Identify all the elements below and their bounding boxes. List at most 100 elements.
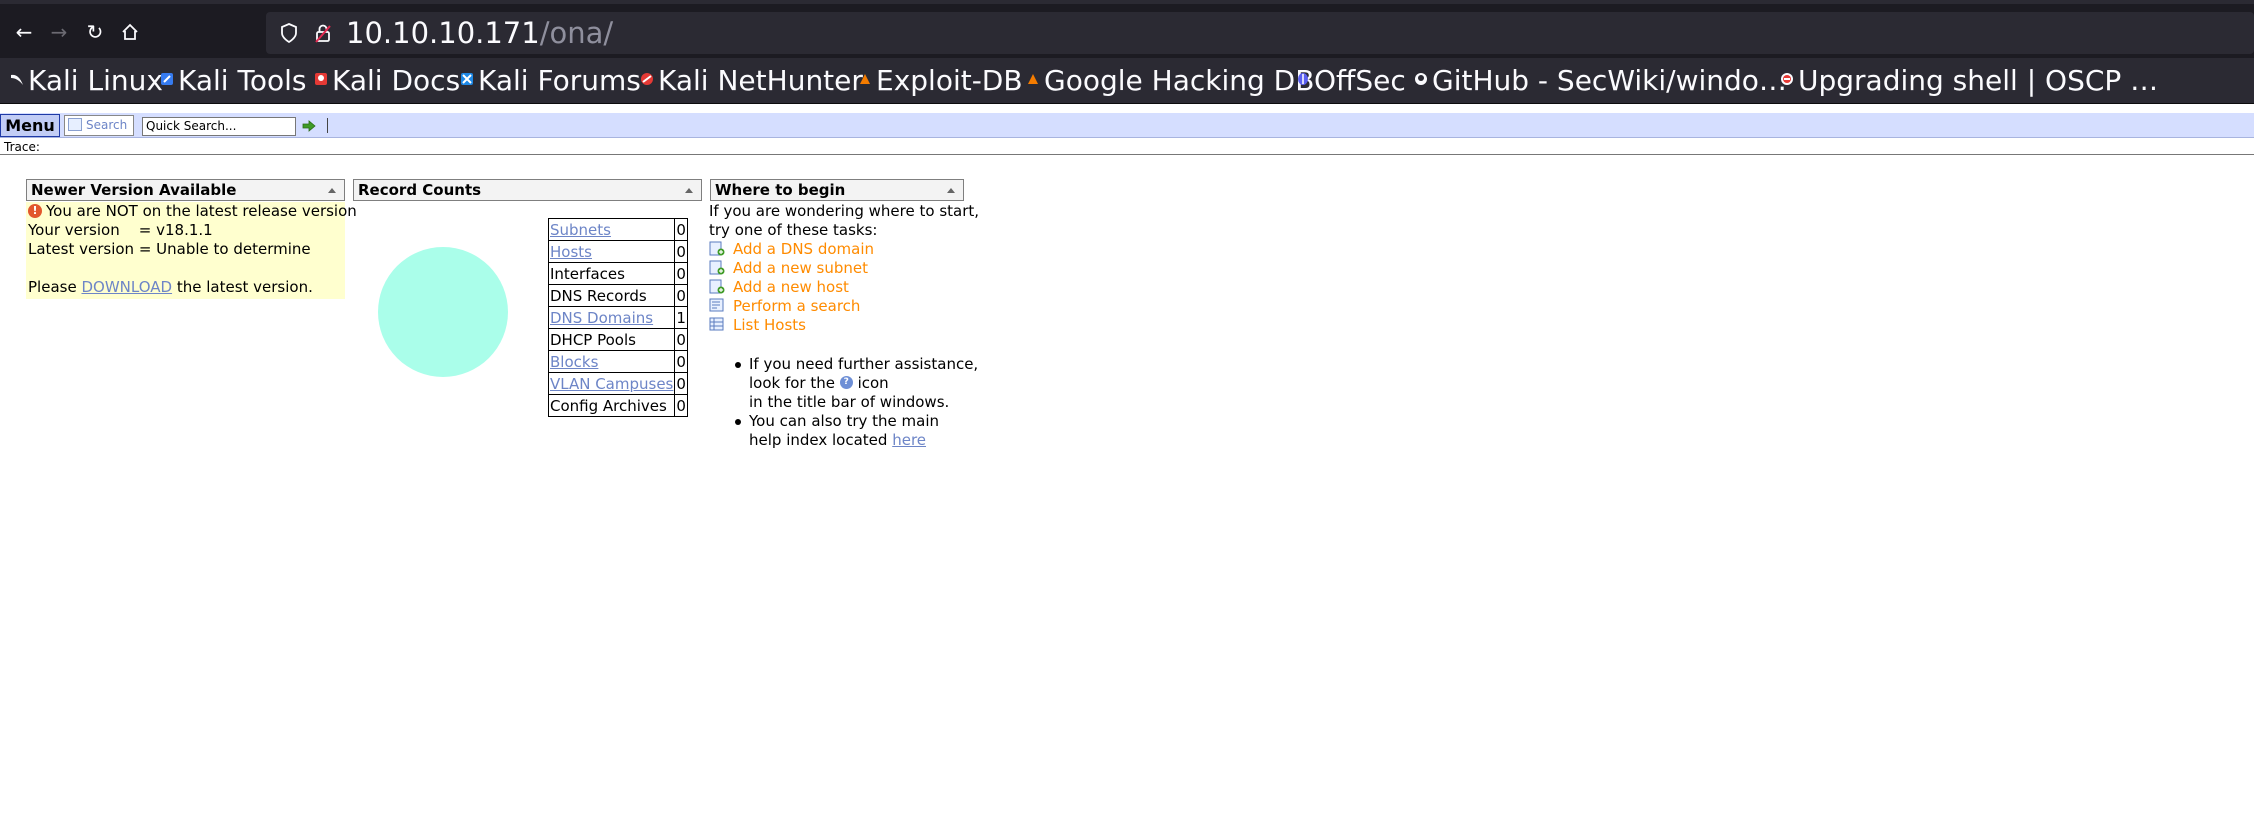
bookmark-label: Upgrading shell | OSCP … xyxy=(1798,64,2159,97)
record-count-row: Config Archives 0 xyxy=(547,394,688,417)
menu-button[interactable]: Menu xyxy=(0,114,60,137)
bookmark-exploit-db[interactable]: Exploit-DB xyxy=(858,64,1023,98)
url-path: /ona/ xyxy=(539,16,614,50)
search-icon xyxy=(68,118,82,131)
panel-title-text: Record Counts xyxy=(358,181,482,199)
bookmark-kali-docs[interactable]: Kali Docs xyxy=(314,64,460,98)
record-count-value: 0 xyxy=(674,240,688,263)
bookmark-label: Kali Forums xyxy=(478,64,641,97)
ghdb-icon xyxy=(1028,74,1038,84)
list-icon xyxy=(709,317,724,331)
record-counts-table: Subnets 0 Hosts 0 Interfaces 0 DNS Records 0 DNS… xyxy=(547,218,688,417)
quick-search-input[interactable]: Quick Search... xyxy=(142,117,296,136)
record-count-label: Config Archives xyxy=(547,394,676,417)
collapse-arrow-icon[interactable] xyxy=(685,188,693,193)
insecure-lock-icon[interactable] xyxy=(314,22,332,44)
task-label: Add a new subnet xyxy=(733,259,868,277)
help-text-icon-line: look for the ? icon xyxy=(749,374,978,393)
shell-icon xyxy=(1781,73,1793,85)
bookmark-offsec[interactable]: OffSec xyxy=(1296,64,1406,98)
help-item-index: You can also try the main help index loc… xyxy=(729,412,978,450)
url-bar[interactable]: 10.10.10.171/ona/ xyxy=(266,12,2254,54)
record-count-row: Interfaces 0 xyxy=(547,262,688,285)
bookmark-label: Kali Tools xyxy=(178,64,307,97)
kali-docs-icon xyxy=(315,73,327,85)
url-host: 10.10.10.171 xyxy=(346,16,540,50)
your-version: Your version = v18.1.1 xyxy=(28,221,213,239)
help-index-link[interactable]: here xyxy=(892,431,926,449)
help-text: in the title bar of windows. xyxy=(749,393,950,411)
task-perform-search[interactable]: Perform a search xyxy=(709,297,860,316)
add-subnet-icon xyxy=(709,260,725,275)
back-icon[interactable]: ← xyxy=(12,20,36,44)
reload-icon[interactable]: ↻ xyxy=(83,20,107,44)
forward-icon[interactable]: → xyxy=(47,20,71,44)
bookmark-label: Kali Docs xyxy=(332,64,461,97)
record-count-row: Subnets 0 xyxy=(547,218,688,241)
help-text: You can also try the main xyxy=(749,412,940,430)
record-count-label[interactable]: Blocks xyxy=(547,350,676,373)
record-count-value: 0 xyxy=(674,328,688,351)
record-count-label[interactable]: DNS Domains xyxy=(547,306,676,329)
record-count-label[interactable]: Hosts xyxy=(547,240,676,263)
bookmark-github-secwiki[interactable]: GitHub - SecWiki/windo… xyxy=(1414,64,1787,98)
bookmark-label: GitHub - SecWiki/windo… xyxy=(1432,64,1787,97)
bookmark-label: OffSec xyxy=(1314,64,1406,97)
help-text: look for the xyxy=(749,374,835,392)
home-icon[interactable] xyxy=(118,20,142,44)
task-add-new-subnet[interactable]: Add a new subnet xyxy=(709,259,868,278)
record-count-row: DNS Records 0 xyxy=(547,284,688,307)
shield-icon[interactable] xyxy=(280,22,298,44)
record-count-value: 0 xyxy=(674,394,688,417)
bookmark-kali-linux[interactable]: Kali Linux xyxy=(10,64,163,98)
menu-separator xyxy=(327,118,328,133)
task-label: Perform a search xyxy=(733,297,861,315)
where-to-begin-panel-title[interactable]: Where to begin xyxy=(710,179,964,201)
task-label: Add a DNS domain xyxy=(733,240,875,258)
bookmark-label: Exploit-DB xyxy=(876,64,1023,97)
download-line: Please DOWNLOAD the latest version. xyxy=(28,278,313,297)
version-warning: ! You are NOT on the latest release versi… xyxy=(28,202,357,221)
record-count-row: Hosts 0 xyxy=(547,240,688,263)
record-count-label[interactable]: Subnets xyxy=(547,218,676,241)
alert-icon: ! xyxy=(28,203,42,218)
after-link-text: the latest version. xyxy=(176,278,313,296)
download-link[interactable]: DOWNLOAD xyxy=(81,278,172,296)
trace-label: Trace: xyxy=(4,140,40,154)
record-count-label[interactable]: VLAN Campuses xyxy=(547,372,676,395)
search-button[interactable]: Search xyxy=(64,115,134,136)
record-count-value: 0 xyxy=(674,350,688,373)
browser-toolbar: ← → ↻ 10.10.10.171/ona/ xyxy=(0,0,2254,58)
record-counts-pie xyxy=(378,247,508,377)
bookmark-kali-nethunter[interactable]: Kali NetHunter xyxy=(640,64,863,98)
bookmark-google-hacking-db[interactable]: Google Hacking DB xyxy=(1026,64,1314,98)
bookmark-upgrading-shell[interactable]: Upgrading shell | OSCP … xyxy=(1780,64,2158,98)
record-count-row: DNS Domains 1 xyxy=(547,306,688,329)
task-list-hosts[interactable]: List Hosts xyxy=(709,316,806,335)
ona-menu-bar: Menu Search Quick Search... xyxy=(0,113,2254,138)
help-text: icon xyxy=(857,374,889,392)
task-label: Add a new host xyxy=(733,278,849,296)
task-add-dns-domain[interactable]: Add a DNS domain xyxy=(709,240,874,259)
collapse-arrow-icon[interactable] xyxy=(947,188,955,193)
record-counts-panel-title[interactable]: Record Counts xyxy=(353,179,702,201)
record-count-row: Blocks 0 xyxy=(547,350,688,373)
bookmark-label: Google Hacking DB xyxy=(1044,64,1315,97)
collapse-arrow-icon[interactable] xyxy=(328,188,336,193)
trace-bar: Trace: xyxy=(0,139,2254,155)
bookmark-label: Kali Linux xyxy=(28,64,163,97)
help-list: If you need further assistance, look for… xyxy=(729,355,978,450)
bookmark-kali-tools[interactable]: Kali Tools xyxy=(160,64,306,98)
bookmark-kali-forums[interactable]: Kali Forums xyxy=(460,64,641,98)
help-index-line: help index located here xyxy=(749,431,978,450)
record-count-value: 0 xyxy=(674,284,688,307)
task-add-new-host[interactable]: Add a new host xyxy=(709,278,849,297)
newer-version-panel-title[interactable]: Newer Version Available xyxy=(26,179,345,201)
add-host-icon xyxy=(709,279,725,294)
help-text: help index located xyxy=(749,431,888,449)
help-question-icon: ? xyxy=(839,376,853,389)
url-text[interactable]: 10.10.10.171/ona/ xyxy=(346,16,613,50)
search-icon xyxy=(709,298,724,312)
go-arrow-icon[interactable] xyxy=(302,119,316,133)
record-count-label: DNS Records xyxy=(547,284,676,307)
